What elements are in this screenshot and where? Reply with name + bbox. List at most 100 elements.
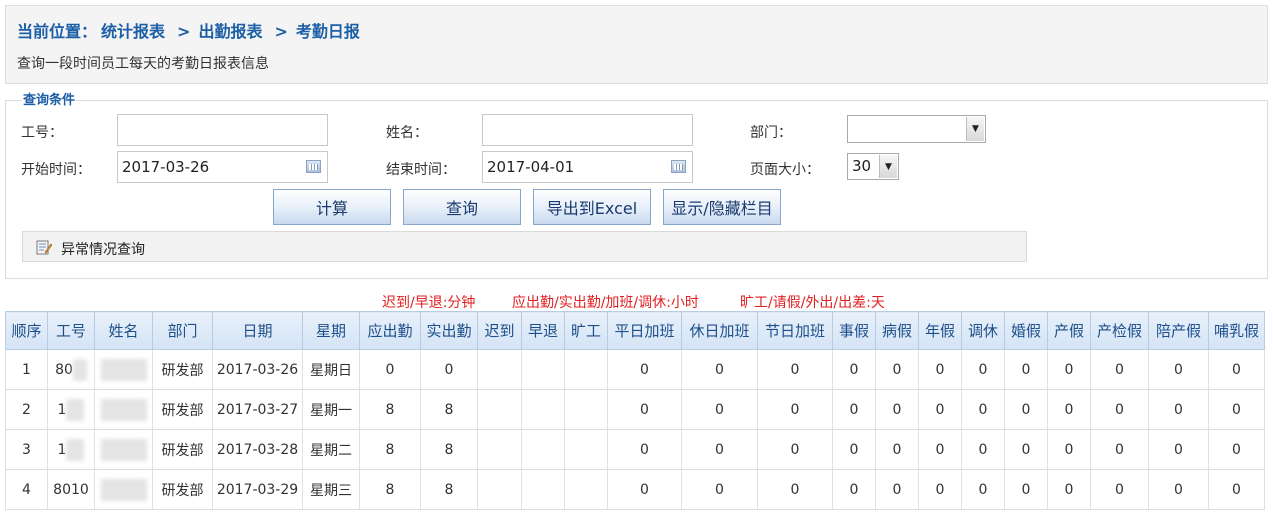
table-cell: 0 [961,429,1005,470]
table-cell: 0 [1148,389,1209,430]
employee-no-text: 1 [57,401,67,418]
table-cell: 8 [420,429,478,470]
table-cell: 0 [961,389,1005,430]
breadcrumb-item-stats[interactable]: 统计报表 [101,22,165,41]
column-header[interactable]: 婚假 [1004,311,1048,350]
table-cell: 0 [1090,389,1149,430]
table-cell: 研发部 [152,469,213,510]
attendance-table: 顺序 工号 姓名 部门 日期 星期 应出勤 实出勤 迟到 早退 旷工 平日加班 … [5,311,1265,510]
table-cell [477,349,522,390]
column-header[interactable]: 实出勤 [420,311,478,350]
column-header[interactable]: 应出勤 [359,311,421,350]
column-header[interactable]: 平日加班 [607,311,682,350]
column-header[interactable]: 日期 [212,311,303,350]
column-header[interactable]: 工号 [47,311,95,350]
table-cell: 0 [607,389,682,430]
table-cell: 0 [1090,429,1149,470]
anomaly-query-bar[interactable]: 异常情况查询 [22,231,1027,262]
export-excel-button[interactable]: 导出到Excel [533,189,651,225]
column-header[interactable]: 事假 [832,311,876,350]
table-cell: 0 [832,349,876,390]
table-cell: 星期二 [302,429,360,470]
table-cell: 0 [918,389,962,430]
column-header[interactable]: 产假 [1047,311,1091,350]
column-header[interactable]: 部门 [152,311,213,350]
table-cell [521,469,565,510]
table-cell: 8 [359,469,421,510]
breadcrumb-separator: > [274,22,288,41]
column-header[interactable]: 调休 [961,311,1005,350]
table-cell: 8 [420,469,478,510]
start-time-input[interactable]: 2017-03-26 [117,151,328,183]
department-label: 部门： [750,125,792,141]
table-cell [94,469,153,510]
calendar-icon[interactable] [671,160,686,173]
table-cell: 0 [1208,469,1265,510]
toggle-columns-button[interactable]: 显示/隐藏栏目 [663,189,781,225]
table-cell [521,389,565,430]
table-row[interactable]: 2 1 研发部 2017-03-27 星期一 8 8 0 0 0 0 0 0 0… [5,389,1265,430]
table-cell: 0 [420,349,478,390]
table-cell: 0 [1148,429,1209,470]
table-cell: 0 [1047,429,1091,470]
table-cell: 星期日 [302,349,360,390]
table-cell: 0 [1090,349,1149,390]
table-cell: 0 [1004,349,1048,390]
table-cell: 0 [757,349,833,390]
calendar-icon[interactable] [306,160,321,173]
start-time-label: 开始时间： [21,162,91,178]
column-header[interactable]: 陪产假 [1148,311,1209,350]
column-header[interactable]: 旷工 [564,311,608,350]
table-cell: 0 [1208,429,1265,470]
anomaly-query-label: 异常情况查询 [61,242,145,258]
table-cell: 0 [681,389,758,430]
page-size-select[interactable]: 30 ▼ [847,153,899,180]
table-cell: 0 [832,469,876,510]
end-time-input[interactable]: 2017-04-01 [482,151,693,183]
table-cell: 0 [832,429,876,470]
column-header[interactable]: 病假 [875,311,919,350]
employee-no-label: 工号： [21,125,63,141]
redacted-mark [72,358,87,381]
breadcrumb-item-attendance[interactable]: 出勤报表 [198,22,262,41]
department-select[interactable]: ▼ [847,115,986,143]
table-row[interactable]: 4 8010 研发部 2017-03-29 星期三 8 8 0 0 0 0 0 … [5,469,1265,510]
table-cell: 1 [47,389,95,430]
table-cell: 0 [1004,389,1048,430]
table-cell: 0 [607,469,682,510]
table-cell: 0 [681,429,758,470]
column-header[interactable]: 节日加班 [757,311,833,350]
table-cell [564,469,608,510]
table-cell: 0 [607,429,682,470]
unit-note-hours: 应出勤/实出勤/加班/调休:小时 [512,295,699,311]
table-cell: 0 [607,349,682,390]
column-header[interactable]: 休日加班 [681,311,758,350]
chevron-down-icon[interactable]: ▼ [879,155,897,178]
unit-note-days: 旷工/请假/外出/出差:天 [740,295,885,311]
calculate-button[interactable]: 计算 [273,189,391,225]
table-cell: 0 [918,429,962,470]
chevron-down-icon[interactable]: ▼ [966,117,984,141]
table-cell: 研发部 [152,389,213,430]
table-cell: 0 [1004,429,1048,470]
table-cell [477,469,522,510]
table-cell: 0 [918,469,962,510]
table-cell: 8010 [47,469,95,510]
search-button[interactable]: 查询 [403,189,521,225]
name-input[interactable] [482,114,693,146]
column-header[interactable]: 早退 [521,311,565,350]
redacted-mark [100,478,147,501]
table-row[interactable]: 1 80 研发部 2017-03-26 星期日 0 0 0 0 0 0 0 0 … [5,349,1265,390]
employee-no-input[interactable] [117,114,328,146]
column-header[interactable]: 星期 [302,311,360,350]
breadcrumb-item-daily: 考勤日报 [295,22,360,41]
redacted-mark [100,398,147,421]
column-header[interactable]: 姓名 [94,311,153,350]
column-header[interactable]: 产检假 [1090,311,1149,350]
column-header[interactable]: 年假 [918,311,962,350]
column-header[interactable]: 顺序 [5,311,48,350]
column-header[interactable]: 迟到 [477,311,522,350]
column-header[interactable]: 哺乳假 [1208,311,1265,350]
table-cell: 星期三 [302,469,360,510]
table-row[interactable]: 3 1 研发部 2017-03-28 星期二 8 8 0 0 0 0 0 0 0… [5,429,1265,470]
